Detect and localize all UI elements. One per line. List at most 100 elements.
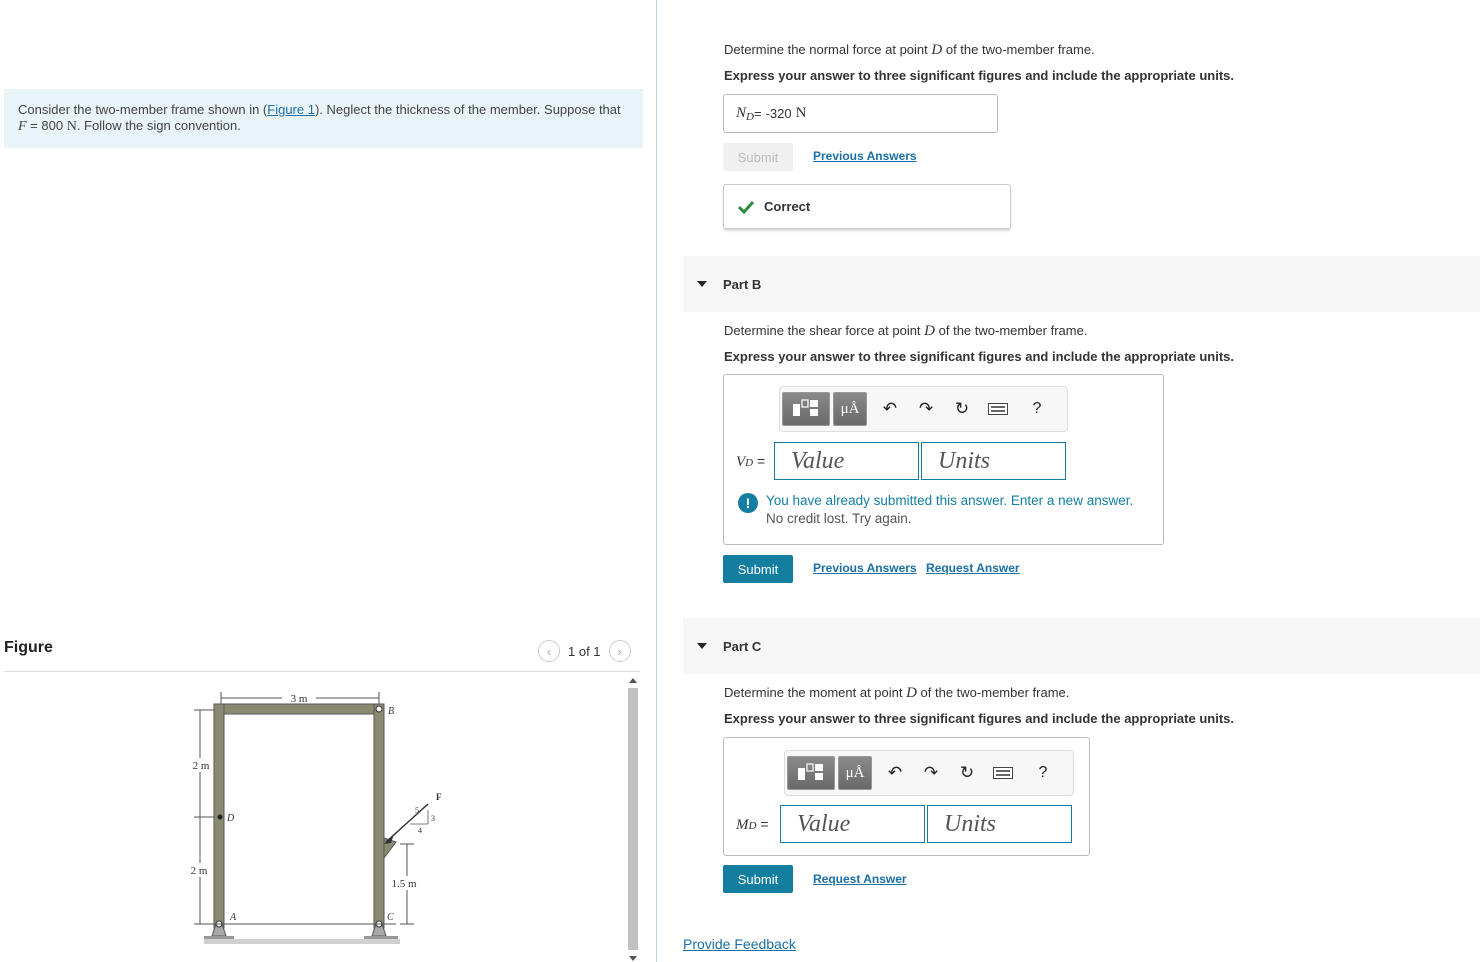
slope-5-label: 5 <box>415 806 419 815</box>
figure-link[interactable]: Figure 1 <box>267 102 315 117</box>
part-b-units-input[interactable]: Units <box>921 442 1066 480</box>
pane-divider[interactable] <box>656 0 657 962</box>
part-b-warning-line2: No credit lost. Try again. <box>766 511 912 526</box>
part-a-answer-value: -320 <box>765 106 792 121</box>
part-b-question: Determine the shear force at point D of … <box>724 323 1087 340</box>
help-icon[interactable]: ? <box>1031 756 1055 790</box>
part-c-title: Part C <box>723 638 762 654</box>
part-c-var-label: MD = <box>736 816 769 834</box>
part-b-submit-button[interactable]: Submit <box>723 555 793 583</box>
part-b-value-input[interactable]: Value <box>774 442 919 480</box>
part-c-value-input[interactable]: Value <box>780 805 925 843</box>
part-b-warning-line1: You have already submitted this answer. … <box>766 493 1134 508</box>
dim-lower-label: 2 m <box>191 865 208 877</box>
part-c-submit-button[interactable]: Submit <box>723 865 793 893</box>
part-b-var-sub: D <box>745 457 754 469</box>
redo-icon[interactable]: ↷ <box>914 392 938 426</box>
force-equals: = 800 <box>26 118 67 133</box>
next-figure-button[interactable]: › <box>608 640 631 662</box>
part-c-toolbar: μÅ ↶ ↷ ↻ ? <box>784 750 1074 796</box>
part-a-answer-sub: D <box>746 110 754 123</box>
part-b-request-answer-link[interactable]: Request Answer <box>926 561 1020 575</box>
force-label: F <box>436 792 442 802</box>
part-a-feedback: Correct <box>723 184 1011 229</box>
checkmark-icon <box>738 200 754 214</box>
point-b-label: B <box>388 706 394 717</box>
slope-3-label: 3 <box>431 814 435 823</box>
part-c-question: Determine the moment at point D of the t… <box>724 685 1069 702</box>
part-a-question: Determine the normal force at point D of… <box>724 42 1095 59</box>
point-a-label: A <box>229 912 237 923</box>
provide-feedback-link[interactable]: Provide Feedback <box>683 936 796 952</box>
part-a-answer-eq: = <box>753 106 762 121</box>
dim-upper-label: 2 m <box>193 760 210 772</box>
units-mu-icon[interactable]: μÅ <box>838 756 872 790</box>
part-b-toolbar: μÅ ↶ ↷ ↻ ? <box>779 386 1068 432</box>
figure-title: Figure <box>4 639 53 656</box>
figure-scrollbar[interactable] <box>626 676 640 962</box>
part-c-units-input[interactable]: Units <box>927 805 1072 843</box>
caret-down-icon <box>697 643 707 649</box>
part-a-feedback-text: Correct <box>764 199 811 214</box>
part-a-q-suffix: of the two-member frame. <box>942 42 1095 57</box>
force-unit: N <box>66 119 77 134</box>
scroll-down-icon[interactable] <box>629 956 637 961</box>
help-icon[interactable]: ? <box>1025 392 1049 426</box>
scroll-up-icon[interactable] <box>629 678 637 683</box>
keyboard-icon[interactable] <box>986 392 1010 426</box>
part-a-submit-button: Submit <box>723 143 793 171</box>
part-a-answer-field: ND = -320 N <box>723 94 998 133</box>
part-a-q-var: D <box>931 42 943 58</box>
frame-figure: 3 m 2 m 2 m B D F 5 3 4 1.5 m A C <box>186 691 442 944</box>
part-a-q-prefix: Determine the normal force at point <box>724 42 932 57</box>
part-a-previous-answers-link[interactable]: Previous Answers <box>813 149 917 163</box>
point-d-label: D <box>226 813 235 824</box>
problem-suffix: ). Neglect the thickness of the member. … <box>314 102 621 117</box>
chevron-right-icon: › <box>617 643 622 659</box>
figure-divider <box>4 671 640 672</box>
units-mu-icon[interactable]: μÅ <box>833 392 867 426</box>
part-a-instruction: Express your answer to three significant… <box>724 68 1234 83</box>
redo-icon[interactable]: ↷ <box>919 756 943 790</box>
part-c-instruction: Express your answer to three significant… <box>724 711 1234 726</box>
undo-icon[interactable]: ↶ <box>878 392 902 426</box>
part-b-q-suffix: of the two-member frame. <box>935 323 1088 338</box>
problem-prefix: Consider the two-member frame shown in ( <box>18 102 268 117</box>
dim-top-label: 3 m <box>291 693 308 705</box>
part-b-var-eq: = <box>753 453 766 469</box>
part-b-warning: ! You have already submitted this answer… <box>738 492 1133 528</box>
keyboard-icon[interactable] <box>991 756 1015 790</box>
part-c-q-suffix: of the two-member frame. <box>916 685 1070 700</box>
part-b-q-var: D <box>924 323 936 339</box>
problem-statement: Consider the two-member frame shown in (… <box>4 89 643 148</box>
scroll-thumb[interactable] <box>628 688 638 950</box>
problem-rest: . Follow the sign convention. <box>76 118 241 133</box>
part-c-q-var: D <box>906 685 917 701</box>
part-c-answer-card: μÅ ↶ ↷ ↻ ? MD = Value Units <box>723 737 1090 856</box>
templates-icon[interactable] <box>787 756 835 790</box>
part-a-answer-unit: N <box>795 105 807 121</box>
left-pane: Consider the two-member frame shown in (… <box>0 0 656 962</box>
reset-icon[interactable]: ↻ <box>955 756 979 790</box>
part-c-header[interactable]: Part C <box>683 618 1480 674</box>
chevron-left-icon: ‹ <box>546 643 552 659</box>
prev-figure-button[interactable]: ‹ <box>538 640 560 662</box>
figure-page-count: 1 of 1 <box>568 643 601 659</box>
part-c-request-answer-link[interactable]: Request Answer <box>813 872 907 886</box>
templates-icon[interactable] <box>782 392 830 426</box>
caret-down-icon <box>697 281 707 287</box>
part-c-var: M <box>736 817 749 833</box>
dim-15m-label: 1.5 m <box>391 878 417 890</box>
part-b-instruction: Express your answer to three significant… <box>724 349 1234 364</box>
slope-4-label: 4 <box>418 826 422 835</box>
part-c-var-eq: = <box>756 816 769 832</box>
part-b-q-prefix: Determine the shear force at point <box>724 323 925 338</box>
undo-icon[interactable]: ↶ <box>883 756 907 790</box>
reset-icon[interactable]: ↻ <box>950 392 974 426</box>
part-b-previous-answers-link[interactable]: Previous Answers <box>813 561 917 575</box>
exclamation-icon: ! <box>738 493 758 513</box>
part-a-answer-var: N <box>736 105 747 121</box>
part-b-title: Part B <box>723 276 762 292</box>
part-b-header[interactable]: Part B <box>683 256 1480 312</box>
force-variable: F <box>18 119 27 134</box>
